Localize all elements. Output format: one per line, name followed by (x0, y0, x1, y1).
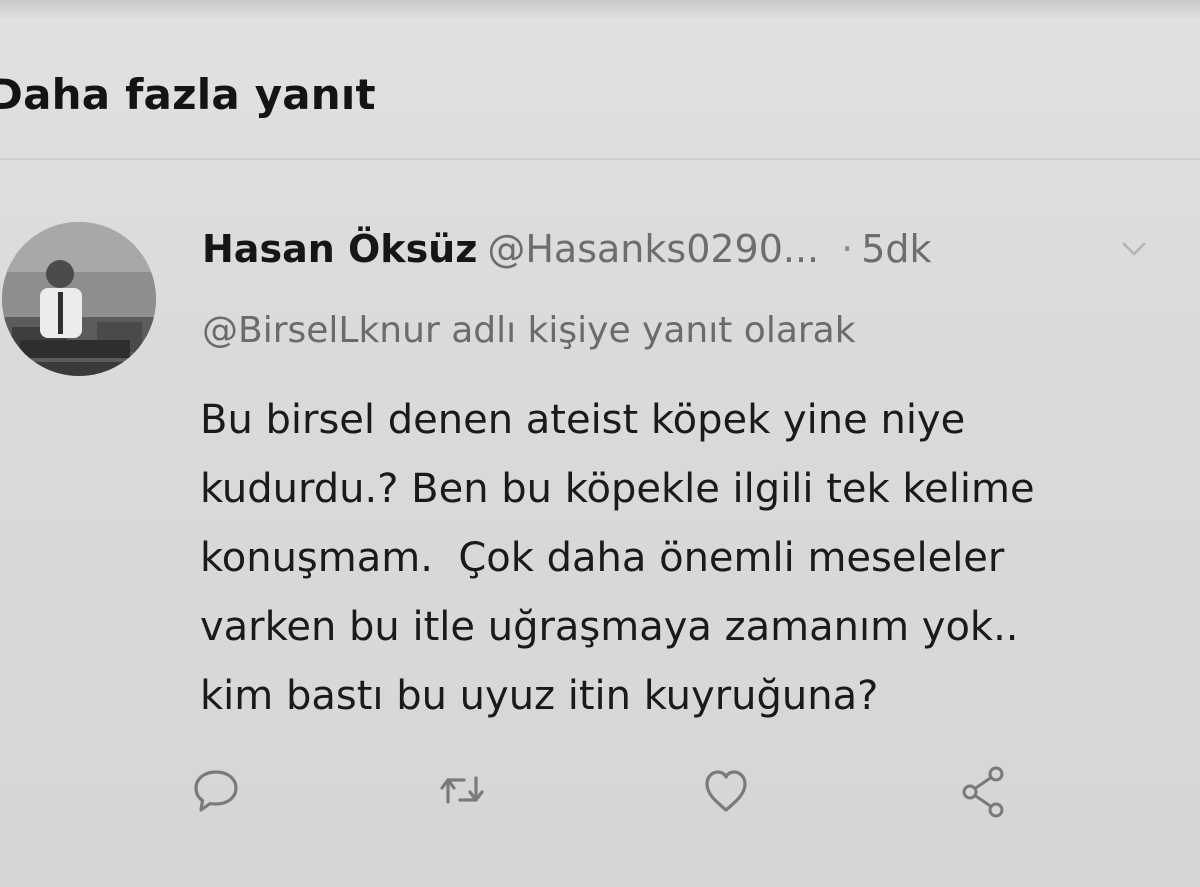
user-handle[interactable]: @Hasanks0290... (487, 227, 819, 271)
reply-context[interactable]: @BirselLknur adlı kişiye yanıt olarak (202, 310, 856, 351)
chevron-down-icon[interactable] (1122, 240, 1146, 258)
retweet-icon (440, 776, 484, 804)
replies-header: Daha fazla yanıt (0, 0, 1200, 160)
share-button[interactable] (954, 760, 1014, 820)
tweet-text-line: kim bastı bu uyuz itin kuyruğuna? (200, 673, 879, 719)
tweet-text-line: konuşmam. Çok daha önemli meseleler (200, 535, 1005, 581)
tweet-text-line: varken bu itle uğraşmaya zamanım yok.. (200, 604, 1019, 650)
share-icon (962, 766, 1004, 818)
like-button[interactable] (696, 760, 756, 820)
separator-dot: · (841, 227, 854, 271)
tweet-text-line: kudurdu.? Ben bu köpekle ilgili tek keli… (200, 466, 1035, 512)
tweet-text: Bu birsel denen ateist köpek yine niye k… (200, 386, 1190, 731)
screen: Daha fazla yanıt Hasan Öksüz @Hasanks0290… (0, 0, 1200, 887)
page-title: Daha fazla yanıt (0, 70, 376, 119)
tweet-actions (0, 760, 1200, 840)
reply-icon (194, 770, 238, 812)
retweet-button[interactable] (432, 760, 492, 820)
avatar[interactable] (2, 222, 156, 376)
display-name[interactable]: Hasan Öksüz (202, 227, 477, 271)
avatar-photo (2, 222, 156, 376)
tweet-header: Hasan Öksüz @Hasanks0290... · 5dk (202, 226, 932, 272)
tweet[interactable]: Hasan Öksüz @Hasanks0290... · 5dk @BirselLk… (0, 160, 1200, 887)
tweet-time[interactable]: 5dk (861, 227, 931, 271)
tweet-text-line: Bu birsel denen ateist köpek yine niye (200, 397, 966, 443)
heart-icon (705, 770, 747, 812)
reply-button[interactable] (186, 760, 246, 820)
